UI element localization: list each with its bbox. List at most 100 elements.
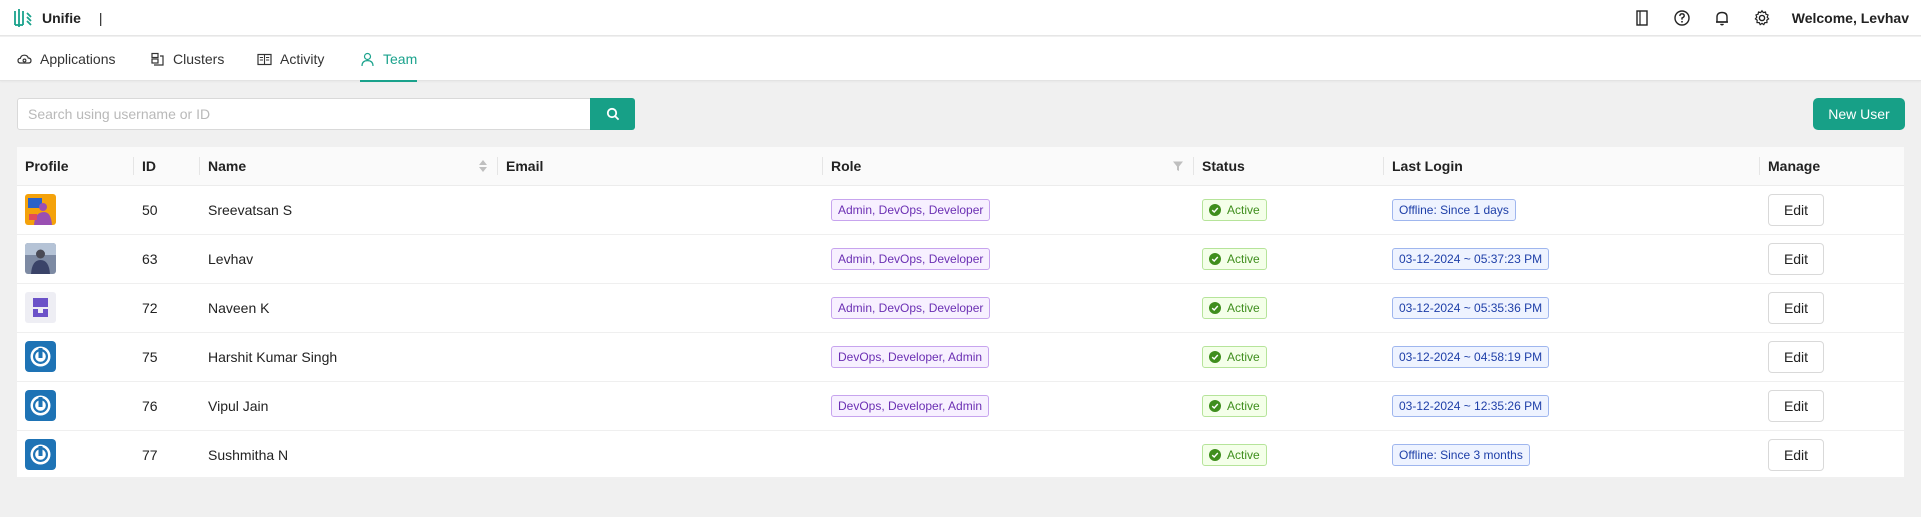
- edit-button[interactable]: Edit: [1768, 291, 1824, 324]
- last-login-cell: 03-12-2024 ~ 04:58:19 PM: [1384, 332, 1760, 382]
- manage-cell: Edit: [1760, 430, 1904, 480]
- last-login-tag: Offline: Since 3 months: [1392, 443, 1530, 466]
- users-table: Profile ID Name Email Role Status Last L…: [17, 147, 1904, 480]
- check-circle-icon: [1209, 448, 1221, 461]
- top-bar: Unifie | Welcome, Levhav: [0, 0, 1921, 36]
- tab-clusters[interactable]: Clusters: [150, 37, 224, 81]
- header-actions: Welcome, Levhav: [1622, 0, 1909, 36]
- name-cell: Vipul Jain: [200, 381, 498, 431]
- role-cell: Admin, DevOps, Developer: [823, 283, 1194, 333]
- role-tag: DevOps, Developer, Admin: [831, 345, 990, 368]
- check-circle-icon: [1209, 252, 1221, 265]
- bell-icon[interactable]: [1702, 0, 1742, 36]
- profile-cell: [17, 234, 134, 284]
- tab-team[interactable]: Team: [360, 37, 418, 82]
- name-cell: Sreevatsan S: [200, 185, 498, 235]
- role-tag: Admin, DevOps, Developer: [831, 296, 991, 319]
- column-header-last-login: Last Login: [1384, 147, 1760, 186]
- profile-cell: [17, 283, 134, 333]
- gear-icon[interactable]: [1742, 0, 1782, 36]
- email-cell: [498, 332, 823, 382]
- table-row: 75 Harshit Kumar Singh DevOps, Developer…: [17, 332, 1904, 382]
- avatar: [25, 243, 56, 274]
- email-cell: [498, 283, 823, 333]
- status-badge: Active: [1202, 198, 1267, 221]
- id-cell: 50: [134, 185, 200, 235]
- manage-cell: Edit: [1760, 283, 1904, 333]
- column-header-id: ID: [134, 147, 200, 186]
- help-icon[interactable]: [1662, 0, 1702, 36]
- activity-icon: [257, 53, 272, 65]
- book-icon[interactable]: [1622, 0, 1662, 36]
- status-badge: Active: [1202, 296, 1267, 319]
- last-login-cell: Offline: Since 1 days: [1384, 185, 1760, 235]
- status-cell: Active: [1194, 283, 1384, 333]
- role-cell: Admin, DevOps, Developer: [823, 234, 1194, 284]
- edit-button[interactable]: Edit: [1768, 242, 1824, 275]
- last-login-tag: 03-12-2024 ~ 04:58:19 PM: [1392, 345, 1550, 368]
- column-header-email: Email: [498, 147, 823, 186]
- avatar: [25, 439, 56, 470]
- email-cell: [498, 430, 823, 480]
- last-login-cell: 03-12-2024 ~ 05:37:23 PM: [1384, 234, 1760, 284]
- avatar: [25, 292, 56, 323]
- email-cell: [498, 185, 823, 235]
- name-cell: Harshit Kumar Singh: [200, 332, 498, 382]
- tab-label: Team: [383, 51, 418, 67]
- nav-tabs: Applications Clusters Activity Team: [0, 37, 1921, 82]
- role-tag: Admin, DevOps, Developer: [831, 198, 991, 221]
- edit-button[interactable]: Edit: [1768, 438, 1824, 471]
- edit-button[interactable]: Edit: [1768, 193, 1824, 226]
- status-cell: Active: [1194, 332, 1384, 382]
- search-button[interactable]: [590, 98, 635, 130]
- last-login-cell: Offline: Since 3 months: [1384, 430, 1760, 480]
- welcome-user[interactable]: Welcome, Levhav: [1792, 10, 1909, 26]
- id-cell: 76: [134, 381, 200, 431]
- last-login-cell: 03-12-2024 ~ 05:35:36 PM: [1384, 283, 1760, 333]
- column-header-profile: Profile: [17, 147, 134, 186]
- status-cell: Active: [1194, 381, 1384, 431]
- sort-icon[interactable]: [478, 159, 488, 173]
- column-header-role: Role: [823, 147, 1194, 186]
- filter-icon[interactable]: [1172, 160, 1184, 172]
- tab-label: Clusters: [173, 51, 225, 67]
- status-badge: Active: [1202, 394, 1267, 417]
- status-cell: Active: [1194, 430, 1384, 480]
- new-user-button[interactable]: New User: [1813, 98, 1905, 130]
- cluster-icon: [151, 52, 164, 66]
- check-circle-icon: [1209, 350, 1221, 363]
- unifie-logo-icon: [14, 8, 32, 27]
- edit-button[interactable]: Edit: [1768, 340, 1824, 373]
- logo-divider: |: [98, 9, 103, 26]
- name-cell: Sushmitha N: [200, 430, 498, 480]
- id-cell: 63: [134, 234, 200, 284]
- role-tag: DevOps, Developer, Admin: [831, 394, 990, 417]
- avatar: [25, 341, 56, 372]
- table-row: 76 Vipul Jain DevOps, Developer, Admin A…: [17, 381, 1904, 431]
- status-badge: Active: [1202, 247, 1267, 270]
- email-cell: [498, 381, 823, 431]
- app-name: Unifie: [42, 9, 81, 26]
- check-circle-icon: [1209, 203, 1221, 216]
- role-cell: DevOps, Developer, Admin: [823, 332, 1194, 382]
- check-circle-icon: [1209, 399, 1221, 412]
- table-row: 72 Naveen K Admin, DevOps, Developer Act…: [17, 283, 1904, 333]
- table-row: 77 Sushmitha N Active Offline: Since 3 m…: [17, 430, 1904, 480]
- search-input[interactable]: [17, 98, 591, 130]
- role-tag: Admin, DevOps, Developer: [831, 247, 991, 270]
- tab-applications[interactable]: Applications: [17, 37, 116, 81]
- profile-cell: [17, 381, 134, 431]
- last-login-tag: Offline: Since 1 days: [1392, 198, 1516, 221]
- id-cell: 75: [134, 332, 200, 382]
- tab-activity[interactable]: Activity: [257, 37, 324, 81]
- role-cell: DevOps, Developer, Admin: [823, 381, 1194, 431]
- role-cell: Admin, DevOps, Developer: [823, 185, 1194, 235]
- manage-cell: Edit: [1760, 381, 1904, 431]
- app-logo[interactable]: Unifie |: [12, 7, 103, 29]
- status-badge: Active: [1202, 345, 1267, 368]
- email-cell: [498, 234, 823, 284]
- tab-label: Activity: [280, 51, 325, 67]
- column-header-name[interactable]: Name: [200, 147, 498, 186]
- edit-button[interactable]: Edit: [1768, 389, 1824, 422]
- avatar: [25, 390, 56, 421]
